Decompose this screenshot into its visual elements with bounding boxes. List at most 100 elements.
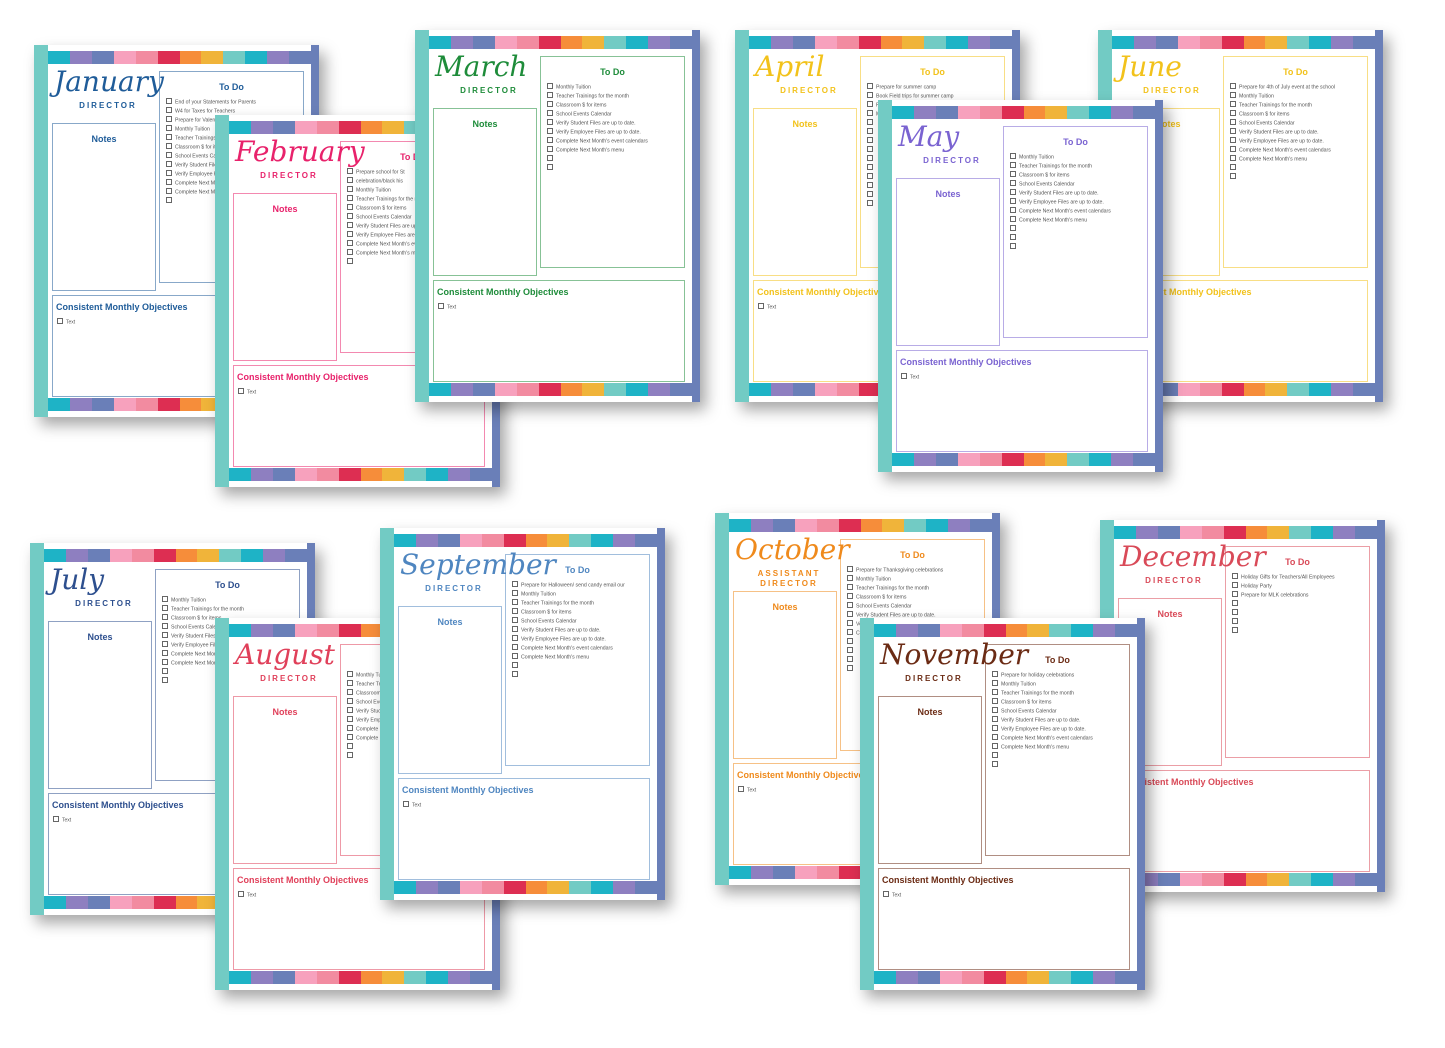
- todo-label: To Do: [1063, 137, 1088, 147]
- todo-item[interactable]: Monthly Tuition: [512, 590, 649, 599]
- rainbow-strip: [729, 519, 993, 532]
- todo-item[interactable]: Monthly Tuition: [547, 83, 684, 92]
- todo-item[interactable]: Complete Next Month's event calendars: [512, 644, 649, 653]
- objectives-box: Consistent Monthly Objectives Text: [1118, 770, 1370, 872]
- todo-item[interactable]: Teacher Trainings for the month: [547, 92, 684, 101]
- role-label: DIRECTOR: [780, 86, 838, 95]
- todo-item[interactable]: Complete Next Month's event calendars: [992, 734, 1129, 743]
- todo-box: To Do Holiday Gifts for Teachers/All Empl…: [1225, 546, 1370, 758]
- objectives-box: Consistent Monthly Objectives Text: [433, 280, 685, 382]
- todo-item[interactable]: Classroom $ for items: [1010, 171, 1147, 180]
- todo-item[interactable]: Teacher Trainings for the month: [1230, 101, 1367, 110]
- todo-label: To Do: [1283, 67, 1308, 77]
- todo-item[interactable]: Verify Employee Files are up to date.: [1010, 198, 1147, 207]
- todo-list: Holiday Gifts for Teachers/All Employees…: [1232, 573, 1369, 636]
- todo-item[interactable]: [1010, 225, 1147, 234]
- todo-list: Monthly TuitionTeacher Trainings for the…: [547, 83, 684, 173]
- right-border: [1155, 100, 1163, 472]
- todo-item[interactable]: [992, 752, 1129, 761]
- todo-item[interactable]: Monthly Tuition: [847, 575, 984, 584]
- todo-item[interactable]: Teacher Trainings for the month: [512, 599, 649, 608]
- todo-item[interactable]: Classroom $ for items: [1230, 110, 1367, 119]
- todo-item[interactable]: Prepare for MLK celebrations: [1232, 591, 1369, 600]
- todo-item[interactable]: Holiday Party: [1232, 582, 1369, 591]
- todo-box: To Do Prepare for 4th of July event at th…: [1223, 56, 1368, 268]
- notes-box: Notes: [48, 621, 152, 789]
- todo-item[interactable]: Verify Student Files are up to date.: [512, 626, 649, 635]
- role-label: DIRECTOR: [425, 584, 483, 593]
- todo-item[interactable]: Verify Student Files are up to date.: [1230, 128, 1367, 137]
- todo-item[interactable]: [1230, 173, 1367, 182]
- todo-item[interactable]: End of your Statements for Parents: [166, 98, 303, 107]
- todo-item[interactable]: Complete Next Month's menu: [992, 743, 1129, 752]
- todo-item[interactable]: [992, 761, 1129, 770]
- notes-label: Notes: [272, 707, 298, 717]
- todo-label: To Do: [900, 550, 925, 560]
- todo-item[interactable]: [1232, 600, 1369, 609]
- todo-item[interactable]: Monthly Tuition: [162, 596, 299, 605]
- todo-item[interactable]: [512, 662, 649, 671]
- todo-item[interactable]: Holiday Gifts for Teachers/All Employees: [1232, 573, 1369, 582]
- todo-item[interactable]: School Events Calendar: [512, 617, 649, 626]
- todo-item[interactable]: School Events Calendar: [1010, 180, 1147, 189]
- role-label: DIRECTOR: [75, 599, 133, 608]
- objective-item[interactable]: Text: [883, 891, 1129, 899]
- todo-item[interactable]: Complete Next Month's menu: [1230, 155, 1367, 164]
- todo-item[interactable]: Prepare for holiday celebrations: [992, 671, 1129, 680]
- rainbow-strip: [1112, 36, 1376, 49]
- todo-item[interactable]: [1232, 627, 1369, 636]
- todo-item[interactable]: School Events Calendar: [992, 707, 1129, 716]
- todo-item[interactable]: Prepare for summer camp: [867, 83, 1004, 92]
- todo-item[interactable]: Classroom $ for items: [547, 101, 684, 110]
- todo-item[interactable]: Teacher Trainings for the month: [162, 605, 299, 614]
- todo-item[interactable]: Monthly Tuition: [1230, 92, 1367, 101]
- objectives-label: Consistent Monthly Objectives: [900, 357, 1032, 367]
- role-label: DIRECTOR: [905, 674, 963, 683]
- todo-item[interactable]: Verify Student Files are up to date.: [992, 716, 1129, 725]
- todo-item[interactable]: [1232, 609, 1369, 618]
- todo-item[interactable]: Verify Employee Files are up to date.: [992, 725, 1129, 734]
- todo-item[interactable]: [547, 164, 684, 173]
- objective-item[interactable]: Text: [901, 373, 1147, 381]
- todo-item[interactable]: Classroom $ for items: [992, 698, 1129, 707]
- todo-item[interactable]: Verify Employee Files are up to date.: [512, 635, 649, 644]
- todo-item[interactable]: [1232, 618, 1369, 627]
- todo-item[interactable]: Verify Student Files are up to date.: [1010, 189, 1147, 198]
- todo-item[interactable]: Verify Employee Files are up to date.: [1230, 137, 1367, 146]
- todo-item[interactable]: Complete Next Month's menu: [547, 146, 684, 155]
- todo-item[interactable]: Monthly Tuition: [1010, 153, 1147, 162]
- objective-item[interactable]: Text: [1123, 793, 1369, 801]
- todo-item[interactable]: Complete Next Month's event calendars: [547, 137, 684, 146]
- month-title: June: [1118, 50, 1182, 83]
- todo-label: To Do: [920, 67, 945, 77]
- todo-item[interactable]: Verify Student Files are up to date.: [547, 119, 684, 128]
- todo-item[interactable]: Prepare for Thanksgiving celebrations: [847, 566, 984, 575]
- todo-item[interactable]: Complete Next Month's menu: [1010, 216, 1147, 225]
- todo-item[interactable]: Classroom $ for items: [512, 608, 649, 617]
- month-title: January: [54, 65, 164, 98]
- todo-item[interactable]: Monthly Tuition: [992, 680, 1129, 689]
- todo-item[interactable]: Prepare for 4th of July event at the sch…: [1230, 83, 1367, 92]
- objective-item[interactable]: Text: [438, 303, 684, 311]
- objective-item[interactable]: Text: [403, 801, 649, 809]
- todo-item[interactable]: Classroom $ for items: [847, 593, 984, 602]
- todo-item[interactable]: Complete Next Month's event calendars: [1230, 146, 1367, 155]
- todo-item[interactable]: Teacher Trainings for the month: [1010, 162, 1147, 171]
- month-title: May: [898, 120, 960, 153]
- todo-item[interactable]: School Events Calendar: [547, 110, 684, 119]
- planner-page-september: September DIRECTOR Notes To Do Prepare for H…: [380, 528, 665, 900]
- todo-item[interactable]: Teacher Trainings for the month: [847, 584, 984, 593]
- todo-item[interactable]: Prepare for Halloween/ send candy email …: [512, 581, 649, 590]
- todo-item[interactable]: Complete Next Month's menu: [512, 653, 649, 662]
- todo-item[interactable]: [1010, 234, 1147, 243]
- todo-item[interactable]: Verify Employee Files are up to date.: [547, 128, 684, 137]
- todo-item[interactable]: School Events Calendar: [847, 602, 984, 611]
- todo-item[interactable]: Complete Next Month's event calendars: [1010, 207, 1147, 216]
- todo-item[interactable]: [1010, 243, 1147, 252]
- rainbow-strip: [229, 468, 493, 481]
- todo-item[interactable]: [1230, 164, 1367, 173]
- todo-item[interactable]: [512, 671, 649, 680]
- todo-item[interactable]: School Events Calendar: [1230, 119, 1367, 128]
- todo-item[interactable]: Teacher Trainings for the month: [992, 689, 1129, 698]
- todo-item[interactable]: [547, 155, 684, 164]
